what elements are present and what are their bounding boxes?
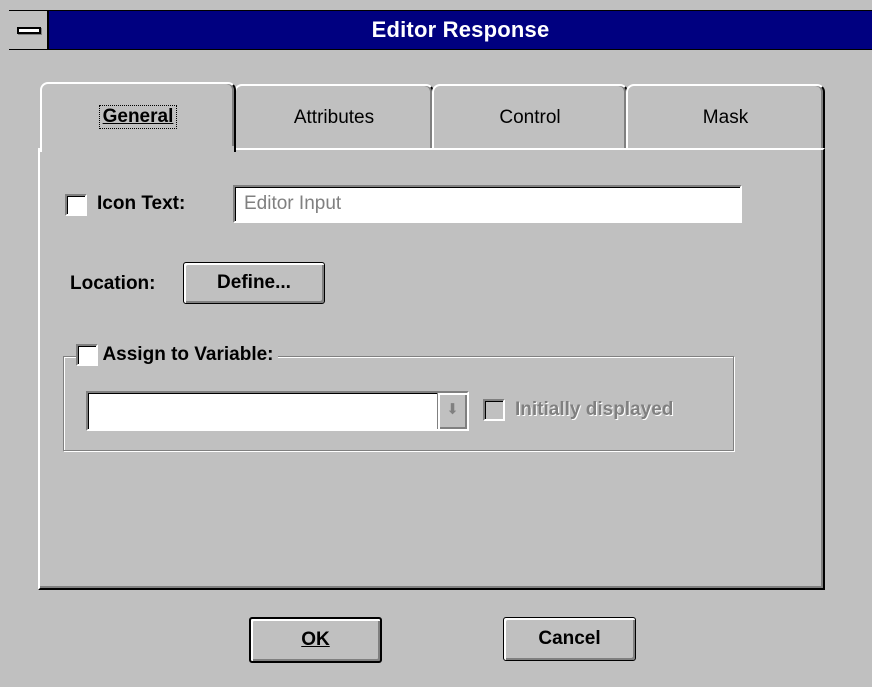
tab-mask[interactable]: Mask [626, 84, 825, 150]
define-location-button[interactable]: Define... [183, 262, 325, 304]
tab-mask-label: Mask [702, 107, 749, 128]
editor-response-dialog: Editor Response General Attributes Contr… [0, 0, 872, 687]
title-bar: Editor Response [9, 10, 872, 50]
assign-to-variable-header: Assign to Variable: [76, 344, 278, 372]
system-menu-icon[interactable] [9, 11, 49, 49]
tab-control-label: Control [499, 107, 561, 128]
assign-to-variable-checkbox[interactable] [76, 344, 98, 366]
assign-to-variable-label: Assign to Variable: [102, 344, 274, 365]
initially-displayed-checkbox[interactable] [483, 399, 505, 421]
location-label: Location: [70, 273, 156, 294]
tab-control[interactable]: Control [432, 84, 628, 150]
icon-text-checkbox[interactable] [65, 194, 87, 216]
variable-select[interactable]: ⬇ [86, 391, 469, 431]
tab-attributes-label: Attributes [293, 107, 375, 128]
window-title: Editor Response [371, 17, 550, 42]
icon-text-field[interactable]: Editor Input [233, 185, 742, 223]
icon-text-label: Icon Text: [97, 193, 186, 214]
tab-attributes[interactable]: Attributes [234, 84, 434, 150]
ok-button[interactable]: OK [249, 617, 382, 663]
cancel-button[interactable]: Cancel [503, 617, 636, 661]
dropdown-arrow-icon[interactable]: ⬇ [437, 393, 467, 429]
initially-displayed-label: Initially displayed [515, 399, 674, 420]
tab-general-label: General [98, 105, 178, 129]
tab-general[interactable]: General [40, 82, 236, 152]
